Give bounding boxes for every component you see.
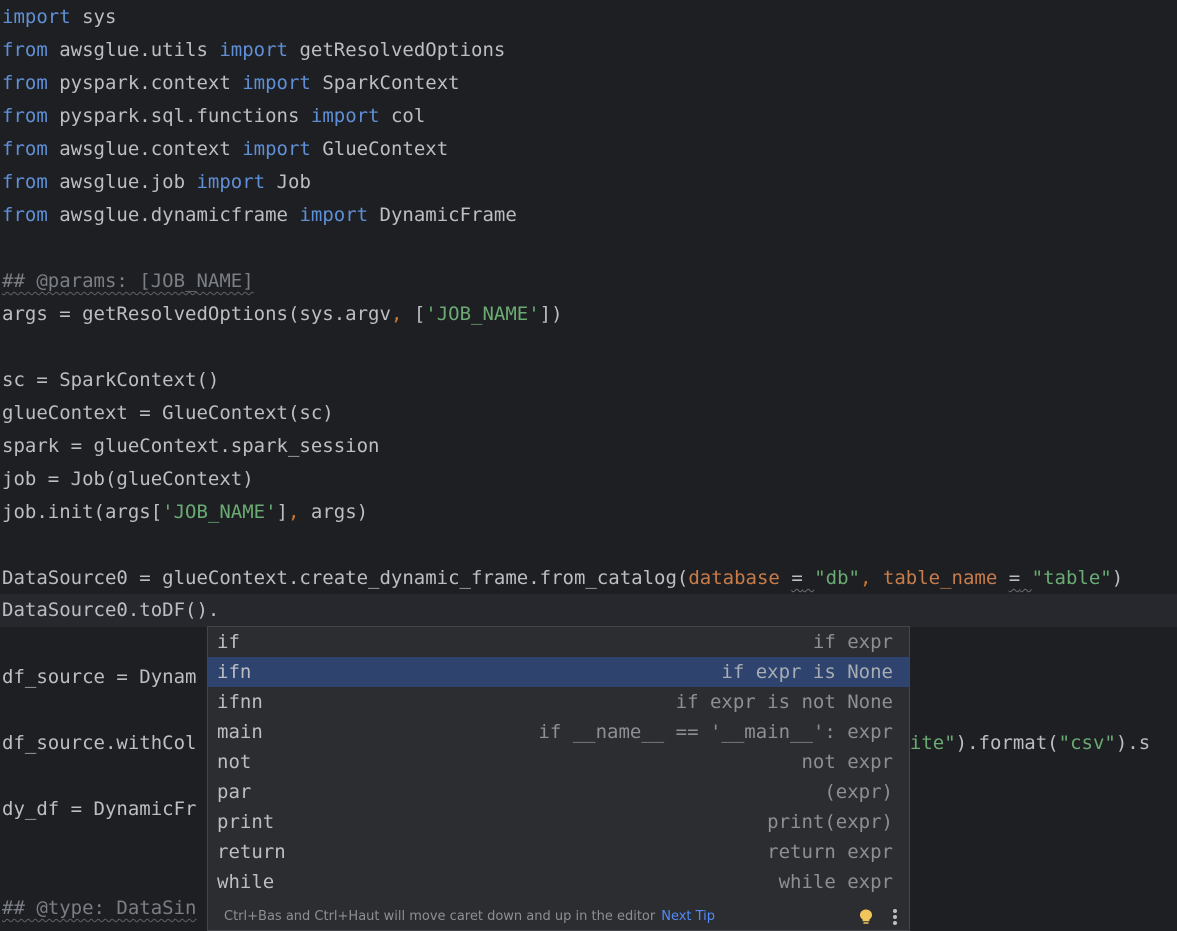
completion-item-description: print(expr) (767, 811, 893, 833)
code-line[interactable]: args = getResolvedOptions(sys.argv, ['JO… (0, 298, 1177, 331)
completion-item-name: print (217, 811, 275, 833)
completion-item-name: not (217, 751, 252, 773)
completion-item-name: main (217, 721, 263, 743)
code-line[interactable]: DataSource0 = glueContext.create_dynamic… (0, 562, 1177, 595)
completion-item-name: return (217, 841, 286, 863)
code-line[interactable]: from pyspark.sql.functions import col (0, 100, 1177, 133)
completion-item-description: return expr (767, 841, 893, 863)
code-line[interactable]: from awsglue.dynamicframe import Dynamic… (0, 199, 1177, 232)
completion-item-name: ifn (217, 661, 252, 683)
completion-item-name: if (217, 631, 240, 653)
code-line[interactable]: spark = glueContext.spark_session (0, 430, 1177, 463)
completion-item-name: par (217, 781, 252, 803)
completion-item-description: not expr (801, 751, 893, 773)
completion-item[interactable]: not not expr (208, 747, 909, 777)
completion-item[interactable]: main if __name__ == '__main__': expr (208, 717, 909, 747)
completion-item-name: ifnn (217, 691, 263, 713)
code-line[interactable]: job = Job(glueContext) (0, 463, 1177, 496)
next-tip-link[interactable]: Next Tip (661, 909, 715, 924)
code-line[interactable]: from awsglue.utils import getResolvedOpt… (0, 34, 1177, 67)
code-line[interactable]: sc = SparkContext() (0, 364, 1177, 397)
completion-item[interactable]: while while expr (208, 867, 909, 897)
completion-footer: Ctrl+Bas and Ctrl+Haut will move caret d… (208, 903, 909, 930)
completion-item[interactable]: return return expr (208, 837, 909, 867)
code-line[interactable]: import sys (0, 1, 1177, 34)
completion-item[interactable]: print print(expr) (208, 807, 909, 837)
completion-item-description: if __name__ == '__main__': expr (538, 721, 893, 743)
completion-item[interactable]: par (expr) (208, 777, 909, 807)
code-line[interactable]: from awsglue.job import Job (0, 166, 1177, 199)
completion-item-description: if expr is None (721, 661, 893, 683)
completion-item[interactable]: ifnn if expr is not None (208, 687, 909, 717)
completion-item[interactable]: if if expr (208, 627, 909, 657)
more-vertical-icon[interactable] (892, 908, 898, 926)
lightbulb-icon[interactable] (859, 909, 873, 925)
completion-popup: if if expr ifn if expr is None ifnn if expr i… (207, 626, 910, 931)
completion-item[interactable]: ifn if expr is None (208, 657, 909, 687)
completion-item-description: (expr) (824, 781, 893, 803)
footer-tip-text: Ctrl+Bas and Ctrl+Haut will move caret d… (224, 909, 656, 924)
code-line[interactable]: from awsglue.context import GlueContext (0, 133, 1177, 166)
completion-item-description: while expr (778, 871, 893, 893)
code-line[interactable]: from pyspark.context import SparkContext (0, 67, 1177, 100)
current-code-line[interactable]: DataSource0.toDF(). (0, 594, 1177, 627)
completion-item-name: while (217, 871, 275, 893)
completion-item-description: if expr is not None (675, 691, 893, 713)
code-line[interactable]: job.init(args['JOB_NAME'], args) (0, 496, 1177, 529)
completion-item-description: if expr (812, 631, 893, 653)
code-line[interactable]: glueContext = GlueContext(sc) (0, 397, 1177, 430)
code-line[interactable]: ## @params: [JOB_NAME] (0, 265, 1177, 298)
